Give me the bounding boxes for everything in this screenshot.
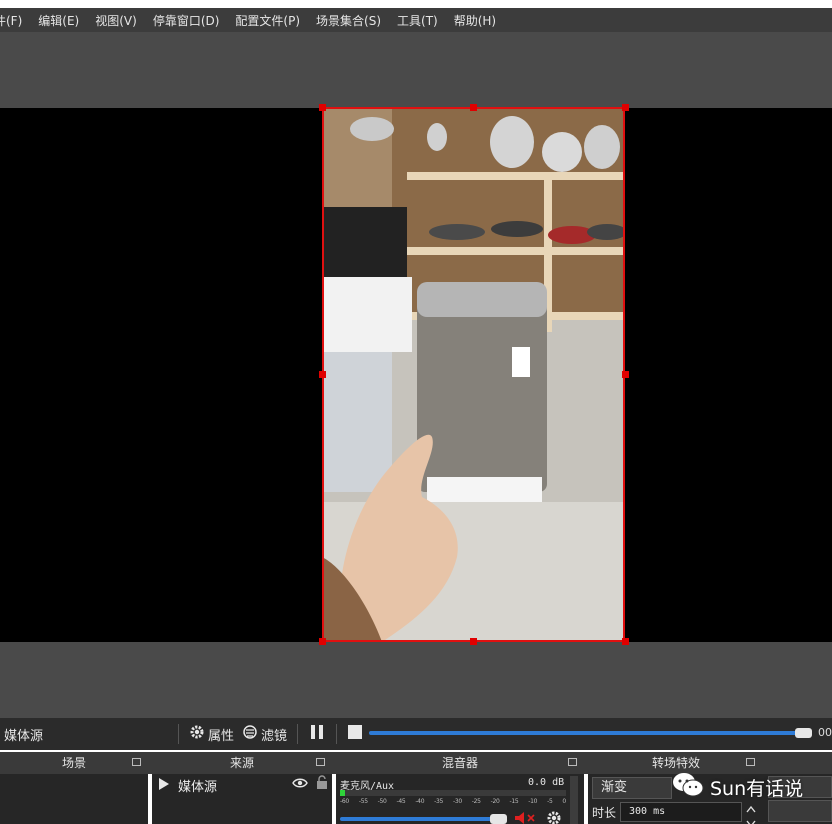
watermark-text: Sun有话说 — [710, 778, 804, 800]
properties-button[interactable]: 属性 — [185, 724, 238, 744]
resize-handle-top[interactable] — [470, 104, 477, 111]
meter-scale-tick: -60 — [340, 798, 349, 805]
media-source-frame[interactable] — [322, 107, 625, 642]
dock-header-row: 场景 来源 混音器 转场特效 — [0, 752, 832, 774]
menu-scene-collection[interactable]: 场景集合(S) — [308, 12, 389, 29]
divider — [336, 724, 338, 744]
undock-icon[interactable] — [316, 758, 325, 766]
seek-slider-track[interactable] — [369, 731, 812, 735]
meter-scale-tick: -15 — [509, 798, 519, 805]
resize-handle-top-left[interactable] — [319, 104, 326, 111]
menu-help[interactable]: 帮助(H) — [446, 12, 504, 29]
properties-label: 属性 — [208, 728, 235, 744]
resize-handle-top-right[interactable] — [622, 104, 629, 111]
source-item-label: 媒体源 — [178, 780, 218, 795]
scenes-dock-title: 场景 — [0, 752, 148, 774]
mixer-scrollbar[interactable] — [570, 776, 578, 824]
undock-icon[interactable] — [746, 758, 755, 766]
meter-scale: -60 -55 -50 -45 -40 -35 -30 -25 -20 -15 -10 -5 0 — [340, 798, 566, 805]
meter-scale-tick: -45 — [396, 798, 406, 805]
undock-icon[interactable] — [568, 758, 577, 766]
undock-icon[interactable] — [132, 758, 141, 766]
meter-scale-tick: -5 — [547, 798, 553, 805]
video-frame-image — [322, 107, 625, 642]
playback-time: 00 — [818, 726, 832, 739]
resize-handle-bottom[interactable] — [470, 638, 477, 645]
transition-type-select[interactable]: 渐变 — [592, 777, 672, 799]
menu-tools[interactable]: 工具(T) — [389, 12, 446, 29]
chevron-down-icon[interactable] — [746, 816, 756, 824]
seek-slider-handle[interactable] — [795, 728, 812, 738]
resize-handle-bottom-left[interactable] — [319, 638, 326, 645]
menu-profile[interactable]: 配置文件(P) — [227, 12, 308, 29]
menu-docks[interactable]: 停靠窗口(D) — [145, 12, 228, 29]
source-list-item[interactable]: 媒体源 — [158, 776, 217, 795]
mixer-settings-gear-icon[interactable] — [546, 810, 562, 824]
duration-label: 时长 — [592, 806, 617, 820]
meter-scale-tick: -30 — [452, 798, 462, 805]
resize-handle-right[interactable] — [622, 371, 629, 378]
watermark: Sun有话说 — [672, 772, 803, 803]
transitions-dock-title: 转场特效 — [588, 752, 764, 774]
meter-scale-tick: -55 — [358, 798, 368, 805]
volume-slider-track[interactable] — [340, 817, 500, 821]
lock-icon[interactable] — [316, 775, 328, 792]
menu-view[interactable]: 视图(V) — [87, 12, 145, 29]
divider — [297, 724, 299, 744]
mixer-dock-title: 混音器 — [336, 752, 584, 774]
stop-icon — [347, 724, 363, 744]
meter-scale-tick: -35 — [434, 798, 444, 805]
play-icon — [158, 777, 170, 794]
divider — [178, 724, 179, 744]
visibility-eye-icon[interactable] — [292, 777, 308, 792]
meter-scale-tick: -25 — [471, 798, 481, 805]
volume-slider-handle[interactable] — [490, 814, 507, 824]
sources-dock-title: 来源 — [152, 752, 332, 774]
resize-handle-bottom-right[interactable] — [622, 638, 629, 645]
meter-scale-tick: -50 — [377, 798, 387, 805]
meter-scale-tick: -40 — [415, 798, 425, 805]
filters-label: 滤镜 — [261, 728, 288, 744]
menu-file[interactable]: 件(F) — [0, 12, 30, 29]
duration-input[interactable]: 300 ms — [620, 802, 742, 822]
current-source-label: 媒体源 — [4, 728, 44, 744]
scenes-list[interactable] — [0, 774, 148, 824]
mute-speaker-icon[interactable] — [514, 812, 538, 824]
meter-scale-tick: 0 — [562, 798, 566, 805]
meter-scale-tick: -20 — [490, 798, 500, 805]
duration-stepper[interactable] — [743, 802, 759, 824]
filter-icon — [242, 724, 258, 744]
pause-icon — [308, 724, 326, 744]
filters-button[interactable]: 滤镜 — [238, 724, 291, 744]
wechat-icon — [672, 772, 704, 803]
gear-icon — [189, 724, 205, 744]
transition-side-button[interactable] — [768, 800, 832, 822]
mixer-db-value: 0.0 dB — [528, 777, 565, 788]
resize-handle-left[interactable] — [319, 371, 326, 378]
pause-button[interactable] — [304, 724, 330, 744]
audio-level-meter — [340, 790, 566, 796]
chevron-up-icon[interactable] — [746, 802, 756, 816]
meter-scale-tick: -10 — [528, 798, 538, 805]
menu-bar: 件(F) 编辑(E) 视图(V) 停靠窗口(D) 配置文件(P) 场景集合(S)… — [0, 8, 832, 32]
meter-level-fill — [340, 790, 345, 796]
stop-button[interactable] — [343, 724, 367, 744]
menu-edit[interactable]: 编辑(E) — [30, 12, 87, 29]
